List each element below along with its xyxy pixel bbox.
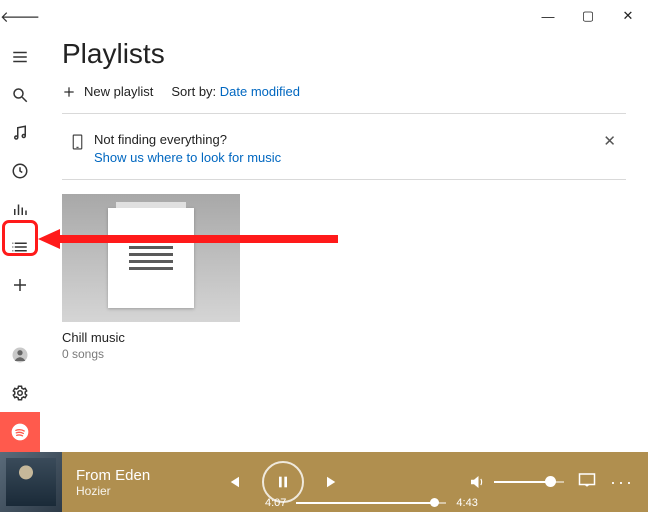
- add-icon[interactable]: [0, 266, 40, 304]
- playlist-grid: Chill music 0 songs: [62, 180, 626, 361]
- track-artist: Hozier: [76, 484, 188, 498]
- previous-button[interactable]: [222, 471, 244, 493]
- divider: [62, 113, 626, 114]
- playlist-card[interactable]: Chill music 0 songs: [62, 194, 240, 361]
- now-playing-bar: From Eden Hozier 4:07 4:43 ···: [0, 452, 648, 512]
- playlist-thumbnail: [62, 194, 240, 322]
- page-title: Playlists: [62, 38, 626, 70]
- album-art[interactable]: [0, 452, 62, 512]
- info-heading: Not finding everything?: [94, 132, 227, 147]
- search-icon[interactable]: [0, 76, 40, 114]
- new-playlist-button[interactable]: New playlist: [62, 84, 153, 99]
- sort-by[interactable]: Sort by: Date modified: [171, 84, 300, 99]
- duration-time: 4:43: [456, 497, 477, 509]
- settings-icon[interactable]: [0, 374, 40, 412]
- maximize-button[interactable]: ▢: [568, 8, 608, 24]
- info-banner: Not finding everything? Show us where to…: [62, 124, 626, 180]
- cast-icon[interactable]: [578, 472, 596, 493]
- main-content: Playlists New playlist Sort by: Date mod…: [40, 32, 648, 452]
- progress-bar[interactable]: 4:07 4:43: [265, 497, 478, 509]
- track-meta[interactable]: From Eden Hozier: [62, 467, 202, 498]
- info-link[interactable]: Show us where to look for music: [94, 150, 599, 165]
- recent-icon[interactable]: [0, 152, 40, 190]
- hamburger-icon[interactable]: [0, 38, 40, 76]
- next-button[interactable]: [322, 471, 344, 493]
- music-icon[interactable]: [0, 114, 40, 152]
- volume-icon: [468, 473, 486, 491]
- close-banner-button[interactable]: ✕: [599, 132, 620, 150]
- playlist-name: Chill music: [62, 330, 240, 345]
- close-window-button[interactable]: ✕: [608, 8, 648, 24]
- more-icon[interactable]: ···: [610, 472, 634, 493]
- title-bar: 🡐 — ▢ ✕: [0, 0, 648, 32]
- minimize-button[interactable]: —: [528, 9, 568, 24]
- account-icon[interactable]: [0, 336, 40, 374]
- sort-by-label: Sort by:: [171, 84, 216, 99]
- toolbar: New playlist Sort by: Date modified: [62, 84, 626, 99]
- playlist-count: 0 songs: [62, 347, 240, 361]
- volume-control[interactable]: [468, 473, 564, 491]
- spotify-icon[interactable]: [0, 412, 40, 452]
- device-icon: [68, 134, 86, 150]
- elapsed-time: 4:07: [265, 497, 286, 509]
- new-playlist-label: New playlist: [84, 84, 153, 99]
- track-title: From Eden: [76, 467, 188, 484]
- annotation-highlight: [2, 220, 38, 256]
- sort-by-value: Date modified: [220, 84, 300, 99]
- back-button[interactable]: 🡐: [0, 7, 40, 26]
